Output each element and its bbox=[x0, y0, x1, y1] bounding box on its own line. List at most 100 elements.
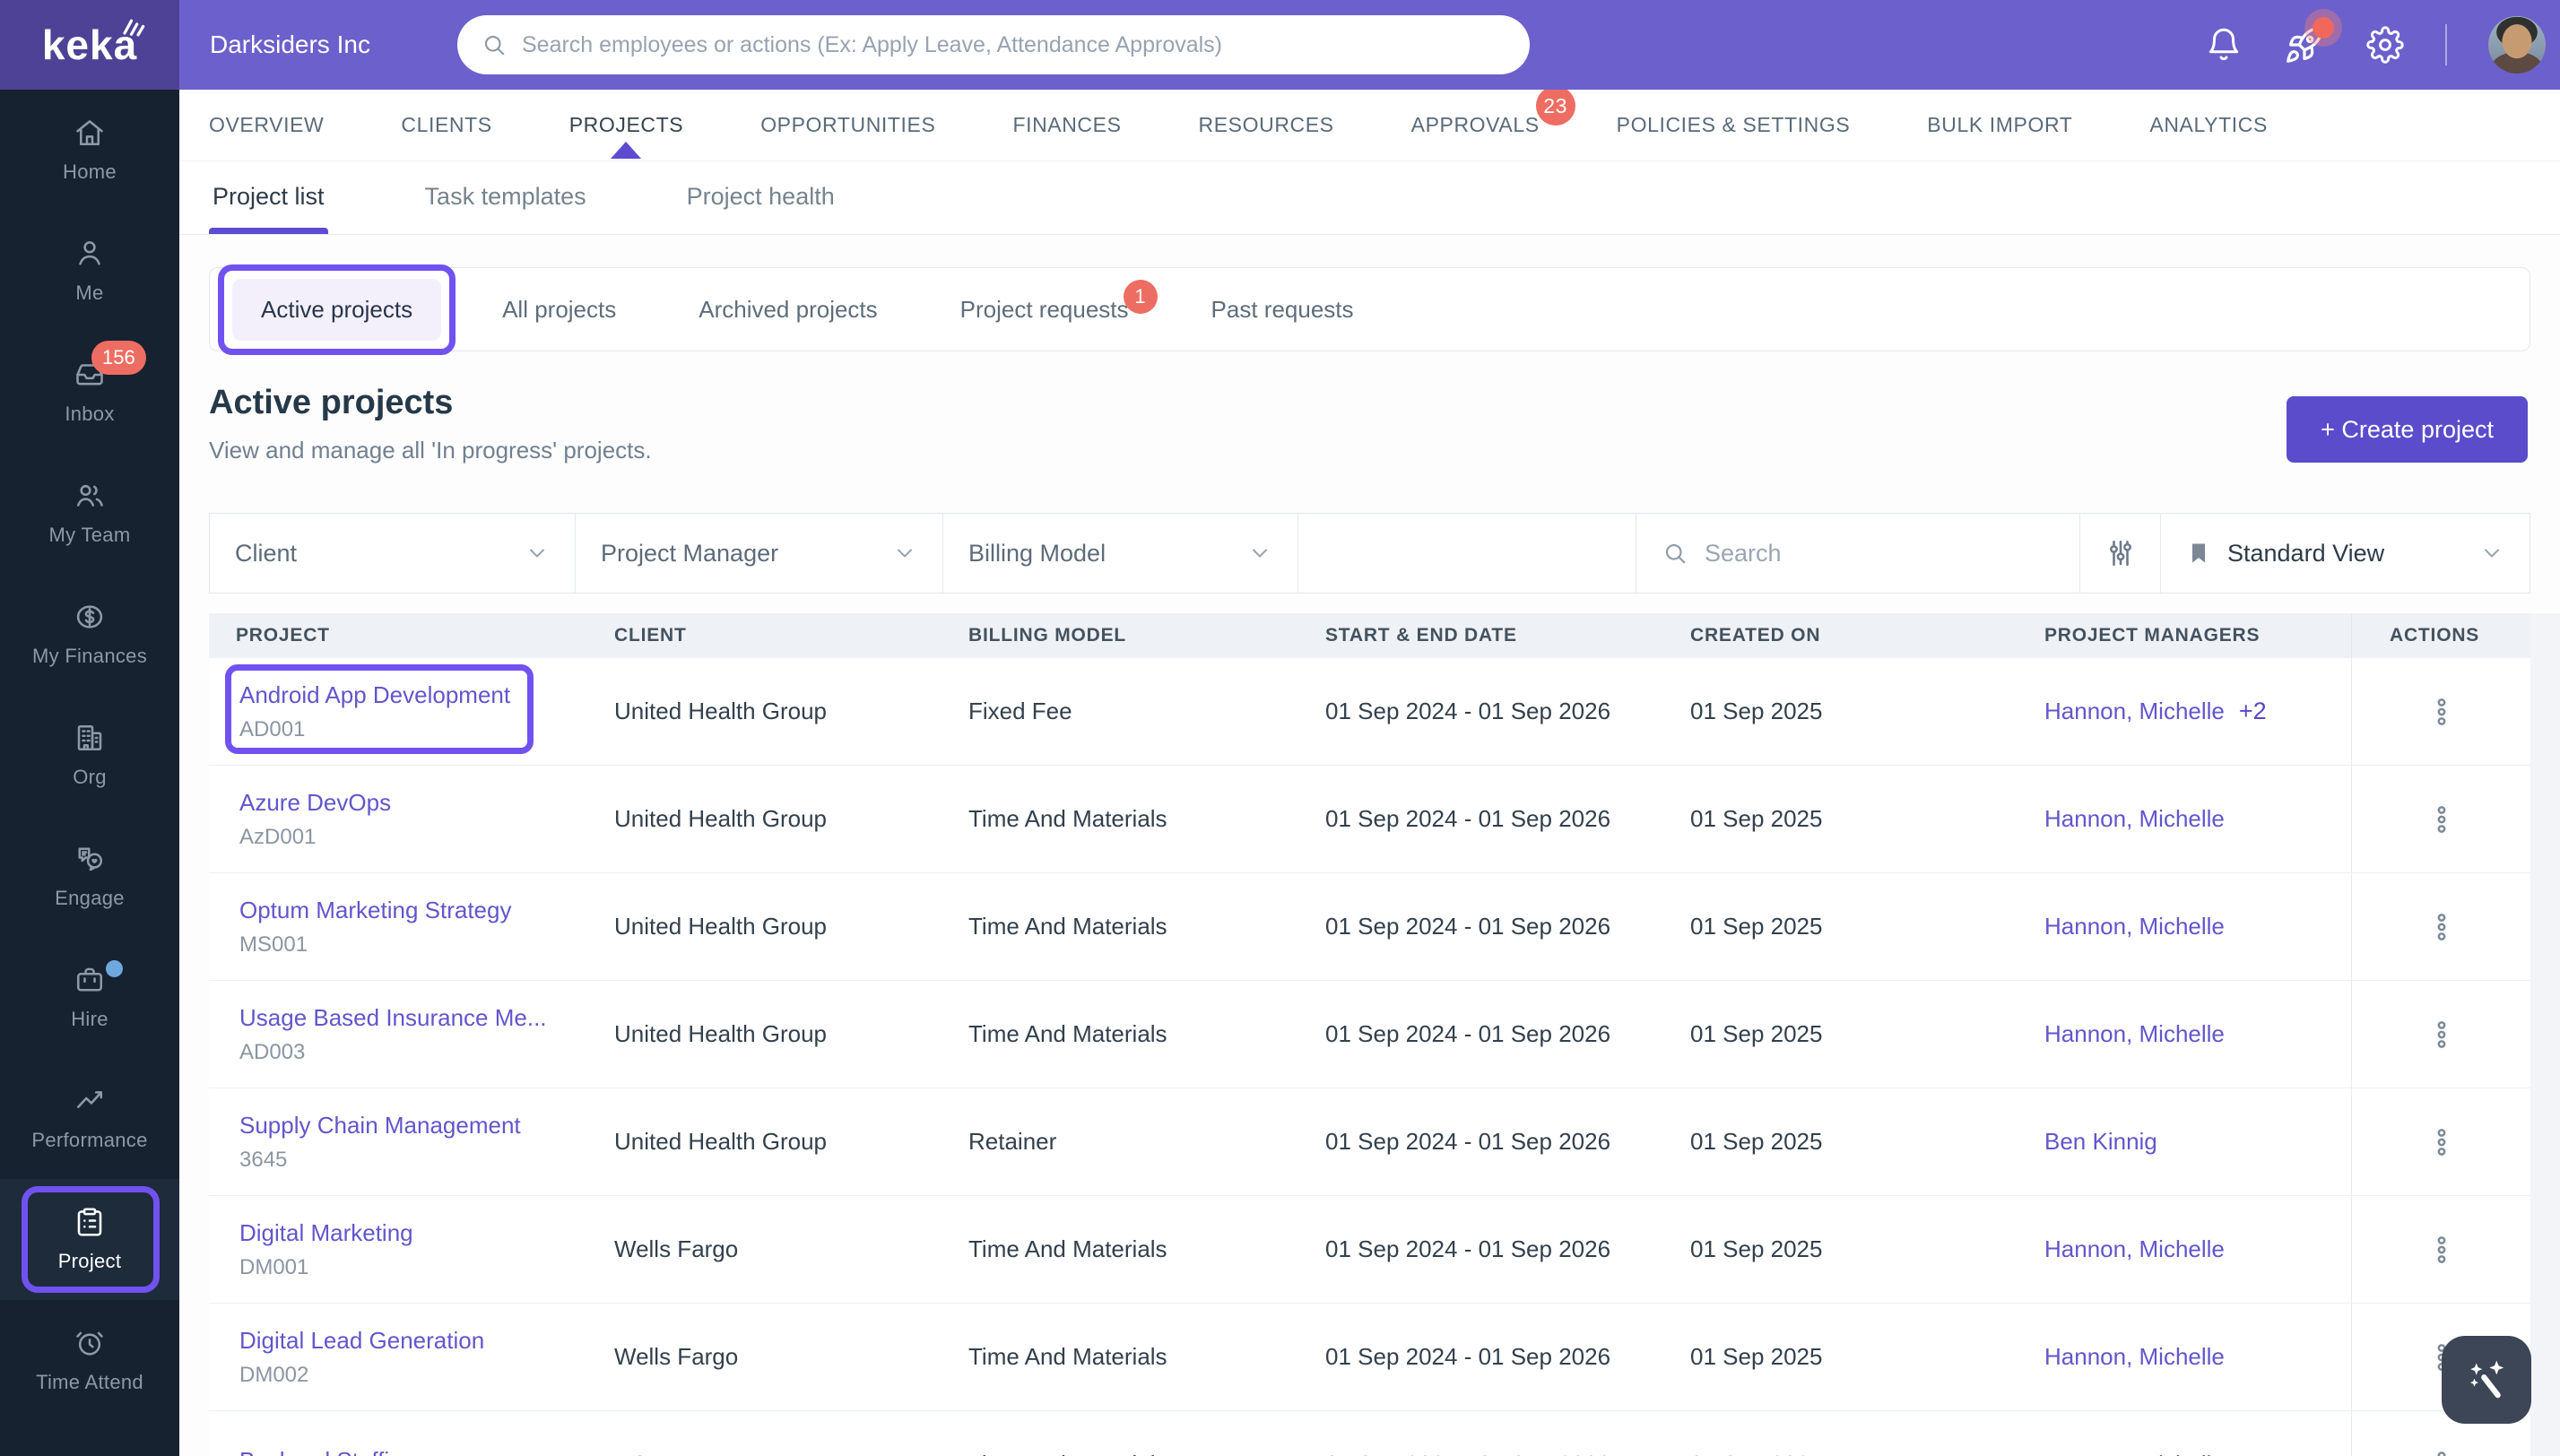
bell-icon[interactable] bbox=[2205, 26, 2243, 64]
start-end-date-cell: 01 Sep 2024 - 01 Sep 2026 bbox=[1325, 913, 1611, 940]
column-header[interactable]: ACTIONS bbox=[2351, 613, 2530, 658]
column-header[interactable]: BILLING MODEL bbox=[942, 613, 1298, 658]
nav-tab[interactable]: OVERVIEW bbox=[209, 113, 324, 137]
nav-tab[interactable]: POLICIES & SETTINGS bbox=[1617, 113, 1851, 137]
actions-cell bbox=[2351, 766, 2530, 872]
project-manager-filter-dropdown[interactable]: Project Manager bbox=[576, 514, 943, 593]
manager-link[interactable]: Hannon, Michelle bbox=[2044, 913, 2225, 940]
project-link[interactable]: Android App Development bbox=[239, 681, 510, 709]
start-end-date-cell: 01 Sep 2024 - 01 Sep 2026 bbox=[1325, 698, 1611, 724]
project-row[interactable]: Digital Lead Generation DM002 Wells Farg… bbox=[209, 1304, 2530, 1411]
sidebar-item[interactable]: Engage bbox=[0, 816, 179, 937]
client-cell: Wells Fargo bbox=[614, 1235, 739, 1262]
magic-wand-icon bbox=[2462, 1356, 2511, 1404]
nav-tab[interactable]: ANALYTICS bbox=[2149, 113, 2268, 137]
nav-tab-label: OPPORTUNITIES bbox=[760, 113, 936, 136]
project-row[interactable]: Usage Based Insurance Me... AD003 United… bbox=[209, 981, 2530, 1088]
nav-tab[interactable]: RESOURCES bbox=[1199, 113, 1334, 137]
kebab-menu-icon[interactable] bbox=[2425, 1234, 2458, 1266]
project-link[interactable]: Optum Marketing Strategy bbox=[239, 897, 511, 924]
manager-link[interactable]: Hannon, Michelle bbox=[2044, 805, 2225, 833]
sidebar-item[interactable]: Home bbox=[0, 90, 179, 211]
nav-tab[interactable]: CLIENTS bbox=[401, 113, 491, 137]
sidebar-item[interactable]: 156 Inbox bbox=[0, 332, 179, 453]
sidebar-item[interactable]: Me bbox=[0, 211, 179, 332]
project-row[interactable]: Digital Marketing DM001 Wells Fargo Time… bbox=[209, 1196, 2530, 1304]
column-header[interactable]: CLIENT bbox=[587, 613, 942, 658]
subnav-tab[interactable]: Project list bbox=[209, 183, 328, 234]
project-link[interactable]: Supply Chain Management bbox=[239, 1112, 521, 1140]
manager-link[interactable]: Ben Kinnig bbox=[2044, 1128, 2157, 1156]
manager-link[interactable]: Hannon, Michelle bbox=[2044, 698, 2225, 725]
client-filter-dropdown[interactable]: Client bbox=[210, 514, 576, 593]
kebab-menu-icon[interactable] bbox=[2425, 803, 2458, 836]
subnav-tab[interactable]: Task templates bbox=[421, 183, 590, 234]
billing-model-filter-dropdown[interactable]: Billing Model bbox=[943, 514, 1298, 593]
sidebar-item[interactable]: Org bbox=[0, 695, 179, 816]
nav-tab[interactable]: FINANCES bbox=[1012, 113, 1121, 137]
project-link[interactable]: Backend Staffing bbox=[239, 1447, 415, 1456]
sidebar-item[interactable]: My Team bbox=[0, 453, 179, 574]
project-row[interactable]: Optum Marketing Strategy MS001 United He… bbox=[209, 873, 2530, 981]
kebab-menu-icon[interactable] bbox=[2425, 911, 2458, 943]
subnav-tab-label: Project list bbox=[213, 183, 325, 210]
project-row[interactable]: Supply Chain Management 3645 United Heal… bbox=[209, 1088, 2530, 1196]
whats-new-button[interactable] bbox=[2284, 17, 2334, 65]
gear-icon[interactable] bbox=[2366, 26, 2404, 64]
project-link[interactable]: Azure DevOps bbox=[239, 789, 391, 817]
main-content: Active projects All projects Archived pr… bbox=[179, 235, 2560, 1456]
nav-tab[interactable]: BULK IMPORT bbox=[1927, 113, 2072, 137]
nav-tab[interactable]: OPPORTUNITIES bbox=[760, 113, 935, 137]
view-selector-dropdown[interactable]: Standard View bbox=[2161, 514, 2530, 593]
global-search-input[interactable] bbox=[522, 31, 1506, 58]
sidebar-item[interactable]: My Finances bbox=[0, 574, 179, 695]
project-link[interactable]: Usage Based Insurance Me... bbox=[239, 1004, 547, 1032]
manager-link[interactable]: Hannon, Michelle bbox=[2044, 1451, 2225, 1456]
app-logo[interactable]: keka bbox=[0, 0, 179, 90]
sidebar-item[interactable]: Time Attend bbox=[0, 1300, 179, 1421]
ai-assistant-fab[interactable] bbox=[2442, 1336, 2531, 1424]
kebab-menu-icon[interactable] bbox=[2425, 696, 2458, 728]
table-search-input[interactable] bbox=[1705, 539, 2054, 568]
sidebar: Home Me 156 Inbox My Team My Finances Or… bbox=[0, 90, 179, 1456]
kebab-menu-icon[interactable] bbox=[2425, 1018, 2458, 1051]
project-link[interactable]: Digital Marketing bbox=[239, 1219, 413, 1247]
manager-link[interactable]: Hannon, Michelle bbox=[2044, 1343, 2225, 1371]
subnav-tab[interactable]: Project health bbox=[683, 183, 838, 234]
billing-model-cell: Time And Materials bbox=[968, 805, 1167, 832]
project-row[interactable]: Backend Staffing UCL Time And Materials … bbox=[209, 1411, 2530, 1456]
more-managers-link[interactable]: +2 bbox=[2239, 698, 2267, 725]
search-icon bbox=[1662, 540, 1688, 567]
chevron-down-icon bbox=[892, 541, 917, 566]
table-search[interactable] bbox=[1636, 514, 2080, 593]
project-filter-tab[interactable]: Past requests bbox=[1176, 296, 1390, 324]
sidebar-item[interactable]: Hire bbox=[0, 937, 179, 1058]
sidebar-item[interactable]: Project bbox=[0, 1179, 179, 1300]
column-header[interactable]: PROJECT MANAGERS bbox=[2018, 613, 2351, 658]
column-header[interactable]: CREATED ON bbox=[1663, 613, 2018, 658]
project-filter-tab[interactable]: Active projects bbox=[218, 264, 456, 355]
project-row[interactable]: Android App Development AD001 United Hea… bbox=[209, 658, 2530, 766]
project-filter-tab[interactable]: Project requests 1 bbox=[924, 279, 1165, 324]
project-link[interactable]: Digital Lead Generation bbox=[239, 1327, 484, 1355]
nav-tab[interactable]: PROJECTS bbox=[569, 113, 683, 137]
kebab-menu-icon[interactable] bbox=[2425, 1126, 2458, 1158]
avatar[interactable] bbox=[2488, 16, 2546, 74]
project-filter-tab[interactable]: Archived projects bbox=[663, 296, 913, 324]
column-settings-button[interactable] bbox=[2080, 514, 2161, 593]
sidebar-item[interactable]: Performance bbox=[0, 1058, 179, 1179]
created-on-cell: 01 Sep 2025 bbox=[1690, 1235, 1823, 1262]
actions-cell bbox=[2351, 981, 2530, 1088]
project-row[interactable]: Azure DevOps AzD001 United Health Group … bbox=[209, 766, 2530, 873]
column-header[interactable]: PROJECT bbox=[209, 613, 587, 658]
global-search[interactable] bbox=[457, 15, 1530, 74]
column-header[interactable]: START & END DATE bbox=[1298, 613, 1663, 658]
project-filter-tab[interactable]: All projects bbox=[466, 296, 652, 324]
nav-tab[interactable]: APPROVALS 23 bbox=[1411, 86, 1575, 137]
project-code: AzD001 bbox=[239, 824, 317, 849]
project-cell: Optum Marketing Strategy MS001 bbox=[209, 873, 587, 980]
manager-link[interactable]: Hannon, Michelle bbox=[2044, 1020, 2225, 1048]
kebab-menu-icon[interactable] bbox=[2425, 1449, 2458, 1456]
create-project-button[interactable]: + Create project bbox=[2287, 396, 2528, 463]
manager-link[interactable]: Hannon, Michelle bbox=[2044, 1235, 2225, 1263]
